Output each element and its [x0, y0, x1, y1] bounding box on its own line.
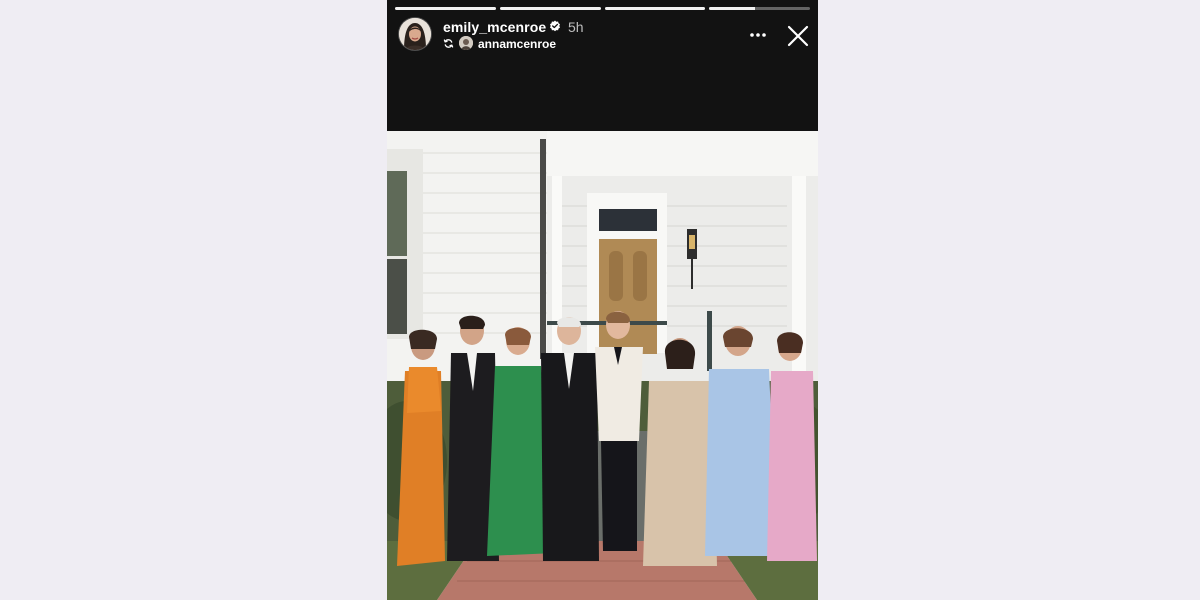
- avatar-image: [399, 18, 431, 50]
- reshare-avatar-image: [459, 36, 473, 50]
- progress-fill: [499, 7, 601, 10]
- progress-segment: [709, 7, 810, 10]
- progress-fill: [709, 7, 755, 10]
- story-progress-bar: [395, 7, 810, 10]
- progress-segment: [499, 7, 601, 10]
- close-icon[interactable]: [786, 24, 810, 48]
- progress-fill: [604, 7, 706, 10]
- progress-segment: [604, 7, 706, 10]
- verified-badge-icon: [550, 20, 560, 32]
- progress-segment: [395, 7, 496, 10]
- reshared-from-username[interactable]: annamcenroe: [478, 37, 556, 51]
- reshare-avatar[interactable]: [459, 36, 473, 50]
- story-username[interactable]: emily_mcenroe: [443, 19, 546, 35]
- story-viewer[interactable]: emily_mcenroe 5h annamcenroe: [387, 0, 818, 600]
- progress-fill: [395, 7, 496, 10]
- story-photo: [387, 131, 818, 600]
- story-timestamp: 5h: [568, 19, 584, 35]
- profile-avatar[interactable]: [399, 18, 431, 50]
- more-options-icon[interactable]: [747, 26, 769, 44]
- repost-icon: [443, 39, 454, 48]
